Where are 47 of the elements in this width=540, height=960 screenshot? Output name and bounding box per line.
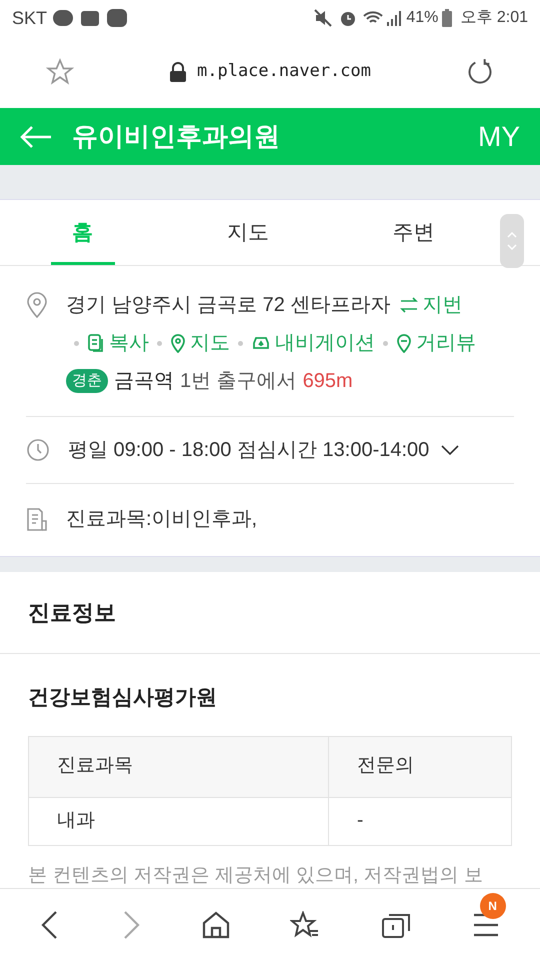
reload-icon[interactable] [466, 58, 494, 86]
address-text: 경기 남양주시 금곡로 72 센타프라자 [66, 293, 390, 318]
section-title: 진료정보 [28, 599, 116, 627]
clock-icon [26, 438, 50, 462]
mute-icon [314, 9, 334, 27]
subway-line-badge: 경춘 [66, 368, 108, 394]
copy-link[interactable]: 복사 [87, 328, 149, 358]
up-caret-icon [507, 232, 517, 238]
exit-text: 1번 출구에서 [180, 369, 297, 394]
battery-percent: 41% [406, 8, 438, 28]
map-pin-icon [170, 333, 186, 353]
tab[interactable]: 홈 [50, 200, 115, 265]
clock: 오후 2:01 [460, 8, 528, 28]
station-name: 금곡역 [114, 369, 174, 394]
table-cell-text: - [356, 808, 364, 833]
subsection-title: 건강보험심사평가원 [28, 685, 218, 711]
copyright-notice: 본 컨텐츠의 저작권은 제공처에 있으며, 저작권법의 보 [28, 864, 484, 888]
bookmark-star-icon[interactable] [290, 910, 320, 938]
swap-arrows-icon [400, 297, 418, 313]
my-link[interactable]: MY [478, 116, 520, 158]
address-toggle-link[interactable]: 지번 [400, 290, 462, 320]
table-cell: 내과 [29, 798, 329, 844]
down-caret-icon [507, 244, 517, 250]
location-pin-icon [26, 292, 48, 318]
distance: 695m [302, 369, 353, 394]
lock-icon [169, 62, 187, 82]
home-icon[interactable] [202, 910, 230, 938]
expand-caret-icon[interactable] [441, 445, 460, 455]
star-icon[interactable] [46, 58, 74, 86]
document-icon [87, 333, 105, 353]
notification-badge: N [480, 892, 506, 918]
carrier: SKT [12, 6, 48, 30]
map-link[interactable]: 지도 [170, 328, 230, 358]
street-view-link[interactable]: 거리뷰 [396, 328, 476, 358]
battery-icon [442, 9, 452, 27]
departments-text: 진료과목:이비인후과, [66, 507, 258, 532]
column-header: 진료과목 [29, 736, 329, 798]
navigation-link[interactable]: 내비게이션 [251, 328, 375, 358]
tab[interactable]: 주변 [381, 200, 446, 265]
column-header: 전문의 [329, 736, 511, 798]
document-icon [26, 507, 48, 531]
place-title: 유이비인후과의원 [72, 120, 281, 153]
hours-text: 평일 09:00 - 18:00 점심시간 13:00-14:00 [68, 438, 430, 463]
tab[interactable]: 지도 [216, 200, 280, 265]
signal-icon [386, 9, 402, 27]
map-pin-icon [396, 333, 412, 353]
url-text[interactable]: m.place.naver.com [197, 59, 371, 85]
